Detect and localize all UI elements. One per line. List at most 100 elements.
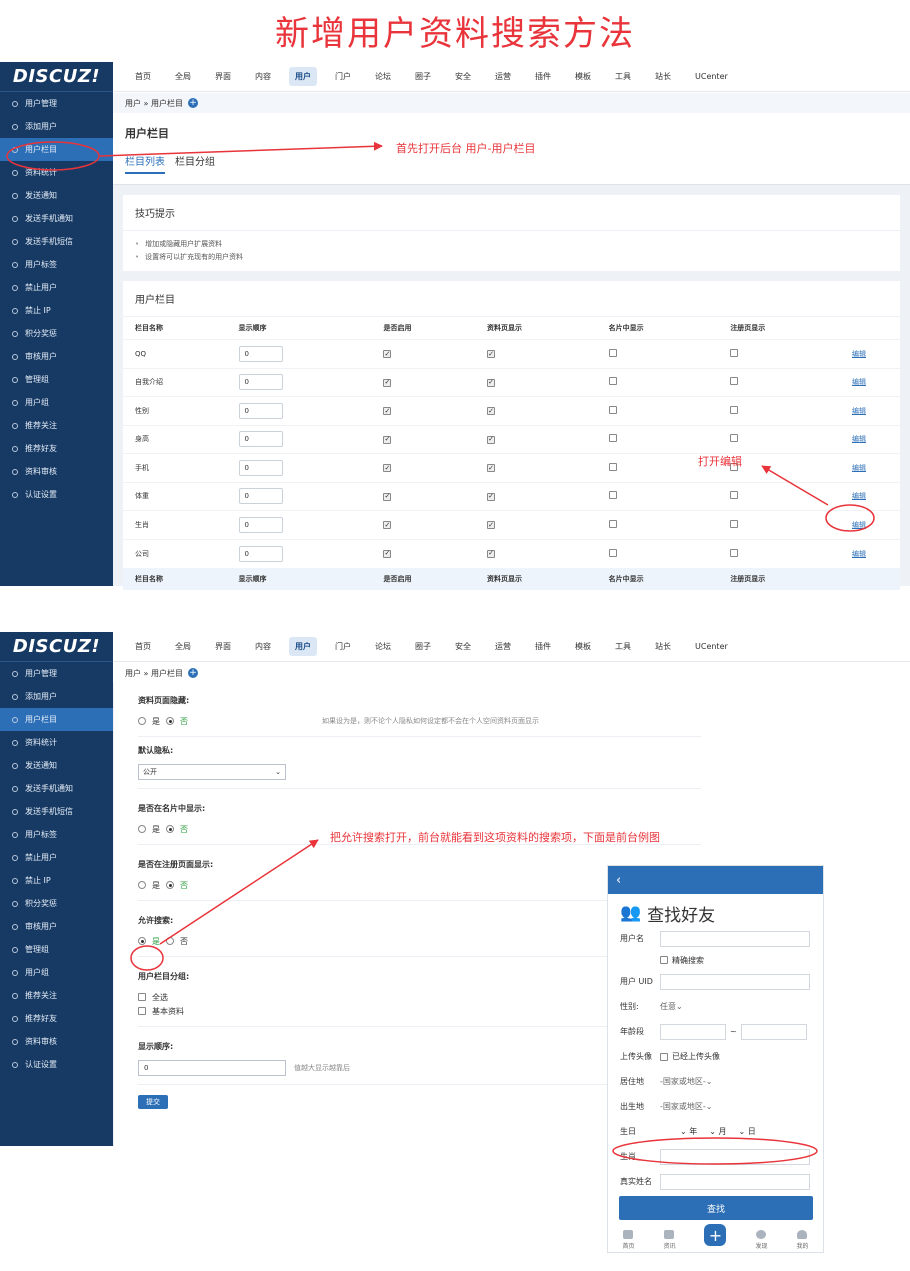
- checkbox-all[interactable]: [138, 993, 146, 1001]
- sidebar-item[interactable]: 禁止用户: [0, 846, 113, 869]
- nav-item[interactable]: 圈子: [409, 67, 437, 86]
- checkbox-basic[interactable]: [138, 1007, 146, 1015]
- sidebar-item[interactable]: 资料统计: [0, 161, 113, 184]
- order-input[interactable]: 0: [238, 402, 283, 419]
- checkbox[interactable]: [608, 377, 617, 386]
- edit-link[interactable]: 编辑: [852, 407, 866, 415]
- checkbox[interactable]: ✓: [383, 407, 392, 415]
- nav-item[interactable]: 内容: [249, 637, 277, 656]
- sidebar-item[interactable]: 用户标签: [0, 253, 113, 276]
- sidebar-item[interactable]: 禁止用户: [0, 276, 113, 299]
- sidebar-item[interactable]: 添加用户: [0, 685, 113, 708]
- checkbox[interactable]: ✓: [487, 407, 495, 415]
- order-input[interactable]: 0: [238, 374, 283, 391]
- nav-item[interactable]: 插件: [529, 637, 557, 656]
- sidebar-item[interactable]: 推荐关注: [0, 414, 113, 437]
- checkbox[interactable]: ✓: [487, 464, 495, 472]
- tab-column-list[interactable]: 栏目列表: [125, 153, 165, 174]
- sidebar-item[interactable]: 用户栏目: [0, 708, 113, 731]
- sidebar-item[interactable]: 推荐好友: [0, 437, 113, 460]
- nav-item[interactable]: 安全: [449, 67, 477, 86]
- edit-link[interactable]: 编辑: [852, 435, 866, 443]
- sidebar-item[interactable]: 积分奖惩: [0, 322, 113, 345]
- sidebar-item[interactable]: 资料审核: [0, 460, 113, 483]
- checkbox[interactable]: [608, 434, 617, 443]
- nav-item[interactable]: 圈子: [409, 637, 437, 656]
- nav-item[interactable]: 门户: [329, 637, 357, 656]
- tab-add[interactable]: +: [704, 1224, 727, 1250]
- birthplace-select[interactable]: -国家或地区-: [660, 1101, 706, 1112]
- add-icon[interactable]: +: [187, 668, 198, 678]
- breadcrumb-text[interactable]: 用户 » 用户栏目: [125, 668, 183, 679]
- nav-item[interactable]: 工具: [609, 67, 637, 86]
- nav-item[interactable]: 内容: [249, 67, 277, 86]
- order-input[interactable]: 0: [138, 1060, 286, 1076]
- tab-discover[interactable]: 发现: [755, 1230, 767, 1250]
- sidebar-item[interactable]: 发送手机通知: [0, 207, 113, 230]
- nav-item[interactable]: 模板: [569, 637, 597, 656]
- nav-item[interactable]: 全局: [169, 637, 197, 656]
- edit-link[interactable]: 编辑: [852, 350, 866, 358]
- order-input[interactable]: 0: [238, 459, 283, 476]
- sidebar-item[interactable]: 添加用户: [0, 115, 113, 138]
- checkbox[interactable]: [608, 519, 617, 528]
- breadcrumb-text[interactable]: 用户 » 用户栏目: [125, 98, 183, 109]
- edit-link[interactable]: 编辑: [852, 378, 866, 386]
- checkbox[interactable]: ✓: [383, 350, 392, 358]
- edit-link[interactable]: 编辑: [852, 521, 866, 529]
- edit-link[interactable]: 编辑: [852, 492, 866, 500]
- nav-item[interactable]: 安全: [449, 637, 477, 656]
- sidebar-item[interactable]: 用户管理: [0, 662, 113, 685]
- search-button[interactable]: 查找: [619, 1196, 813, 1220]
- radio-yes[interactable]: [138, 825, 146, 833]
- sidebar-item[interactable]: 管理组: [0, 938, 113, 961]
- sidebar-item[interactable]: 管理组: [0, 368, 113, 391]
- radio-no[interactable]: [166, 881, 174, 889]
- checkbox[interactable]: [608, 548, 617, 557]
- nav-item[interactable]: 门户: [329, 67, 357, 86]
- checkbox[interactable]: [608, 491, 617, 500]
- age-max-input[interactable]: [740, 1023, 807, 1040]
- sidebar-item[interactable]: 用户栏目: [0, 138, 113, 161]
- nav-item[interactable]: 运营: [489, 67, 517, 86]
- nav-item[interactable]: 界面: [209, 637, 237, 656]
- birth-month-select[interactable]: ⌄ 月: [709, 1126, 726, 1137]
- birth-day-select[interactable]: ⌄ 日: [739, 1126, 756, 1137]
- nav-item[interactable]: 站长: [649, 67, 677, 86]
- radio-no[interactable]: [166, 717, 174, 725]
- nav-item[interactable]: 模板: [569, 67, 597, 86]
- sidebar-item[interactable]: 发送通知: [0, 184, 113, 207]
- sidebar-item[interactable]: 用户组: [0, 391, 113, 414]
- checkbox[interactable]: ✓: [487, 521, 495, 529]
- avatar-checkbox[interactable]: [660, 1052, 668, 1061]
- sidebar-item[interactable]: 发送手机短信: [0, 230, 113, 253]
- nav-item[interactable]: 插件: [529, 67, 557, 86]
- back-icon[interactable]: ‹: [608, 866, 823, 894]
- sidebar-item[interactable]: 发送手机通知: [0, 777, 113, 800]
- uid-input[interactable]: [660, 973, 810, 990]
- sidebar-item[interactable]: 资料审核: [0, 1030, 113, 1053]
- nav-item[interactable]: 首页: [129, 637, 157, 656]
- sidebar-item[interactable]: 禁止 IP: [0, 299, 113, 322]
- checkbox[interactable]: ✓: [383, 521, 392, 529]
- nav-item[interactable]: 运营: [489, 637, 517, 656]
- sidebar-item[interactable]: 推荐好友: [0, 1007, 113, 1030]
- nav-item[interactable]: 站长: [649, 637, 677, 656]
- checkbox[interactable]: [730, 491, 739, 500]
- nav-item[interactable]: 用户: [289, 637, 317, 656]
- checkbox[interactable]: [608, 462, 617, 471]
- order-input[interactable]: 0: [238, 488, 283, 505]
- realname-input[interactable]: [660, 1173, 810, 1190]
- radio-no[interactable]: [166, 937, 174, 945]
- sidebar-item[interactable]: 推荐关注: [0, 984, 113, 1007]
- edit-link[interactable]: 编辑: [852, 464, 866, 472]
- edit-link[interactable]: 编辑: [852, 550, 866, 558]
- checkbox[interactable]: [608, 348, 617, 357]
- checkbox[interactable]: ✓: [487, 549, 495, 558]
- checkbox[interactable]: ✓: [383, 464, 392, 472]
- nav-item[interactable]: 论坛: [369, 67, 397, 86]
- birth-year-select[interactable]: ⌄ 年: [680, 1126, 697, 1137]
- checkbox[interactable]: ✓: [487, 378, 495, 387]
- checkbox[interactable]: ✓: [383, 435, 392, 444]
- checkbox[interactable]: [730, 348, 739, 357]
